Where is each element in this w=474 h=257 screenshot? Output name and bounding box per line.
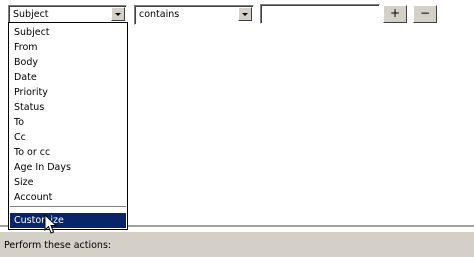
- dropdown-option-customize[interactable]: Customize: [10, 213, 126, 228]
- dropdown-option[interactable]: Subject: [10, 25, 126, 40]
- dropdown-separator: [10, 206, 126, 207]
- field-dropdown-list: Subject From Body Date Priority Status T…: [8, 22, 128, 230]
- remove-condition-button[interactable]: −: [413, 5, 437, 23]
- operator-select[interactable]: contains: [134, 5, 254, 25]
- dropdown-option[interactable]: Date: [10, 70, 126, 85]
- dropdown-option[interactable]: Size: [10, 175, 126, 190]
- field-select-dropdown-button[interactable]: [111, 7, 125, 21]
- dropdown-option[interactable]: From: [10, 40, 126, 55]
- add-condition-button[interactable]: +: [383, 5, 407, 23]
- mouse-pointer-icon: [44, 214, 58, 234]
- field-select-value: Subject: [13, 9, 49, 20]
- operator-select-dropdown-button[interactable]: [238, 7, 252, 21]
- perform-actions-label: Perform these actions:: [4, 240, 112, 251]
- dropdown-option[interactable]: To: [10, 115, 126, 130]
- dropdown-option[interactable]: Account: [10, 190, 126, 205]
- chevron-down-icon: [115, 13, 121, 16]
- dropdown-option[interactable]: Cc: [10, 130, 126, 145]
- dropdown-option[interactable]: Priority: [10, 85, 126, 100]
- chevron-down-icon: [242, 13, 248, 16]
- dropdown-option[interactable]: To or cc: [10, 145, 126, 160]
- dropdown-option[interactable]: Age In Days: [10, 160, 126, 175]
- dropdown-option[interactable]: Body: [10, 55, 126, 70]
- operator-select-value: contains: [139, 9, 180, 20]
- dropdown-option[interactable]: Status: [10, 100, 126, 115]
- condition-value-input[interactable]: [260, 4, 380, 24]
